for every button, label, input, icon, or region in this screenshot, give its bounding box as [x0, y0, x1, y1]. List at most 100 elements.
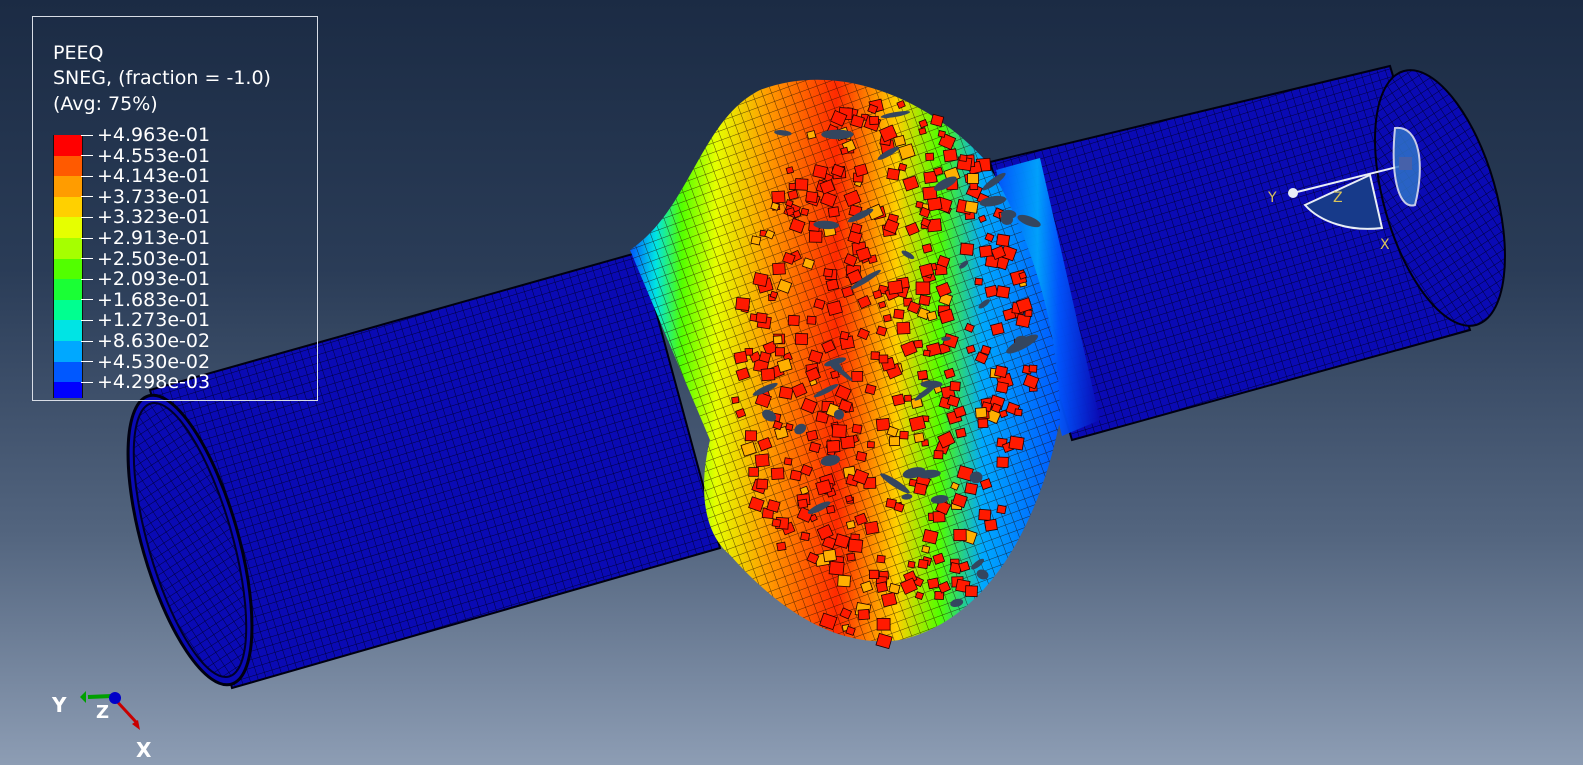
failed-element: [754, 453, 770, 468]
legend-color-band: [53, 135, 83, 156]
failed-element: [937, 130, 946, 138]
legend-tick: +4.530e-02: [81, 352, 210, 372]
failed-element: [887, 279, 904, 295]
contour-legend: PEEQ SNEG, (fraction = -1.0) (Avg: 75%) …: [32, 16, 318, 401]
failed-element: [878, 300, 887, 309]
failed-element: [875, 581, 889, 593]
failed-element: [907, 560, 916, 569]
graphics-viewport[interactable]: Y Z X Y Z X PEEQ SNEG, (fraction = -1.0)…: [0, 0, 1583, 765]
failed-element: [880, 591, 898, 608]
legend-tick: +2.503e-01: [81, 249, 210, 269]
failed-element: [922, 349, 931, 357]
failed-element: [851, 371, 864, 382]
legend-color-band: [53, 279, 83, 300]
failed-element: [921, 545, 931, 554]
failed-element: [917, 369, 929, 381]
failed-element: [995, 233, 1011, 247]
legend-color-band: [53, 258, 83, 280]
failed-element: [1014, 408, 1023, 417]
failed-element: [886, 167, 901, 181]
failed-element: [974, 407, 988, 419]
failed-element: [921, 243, 933, 254]
legend-color-band: [53, 341, 83, 362]
failed-element: [904, 394, 912, 402]
legend-tick-label: +1.273e-01: [97, 309, 211, 332]
legend-tick-mark: [81, 278, 93, 280]
failed-element: [825, 505, 836, 514]
failed-element: [995, 381, 1009, 394]
failed-element: [789, 469, 803, 482]
legend-tick: +1.273e-01: [81, 310, 210, 330]
failed-element: [770, 467, 785, 481]
failed-element: [855, 450, 868, 463]
failed-element: [775, 347, 785, 357]
legend-tick-mark: [81, 175, 93, 177]
failed-element: [794, 332, 809, 346]
failed-element: [845, 494, 854, 503]
failed-element: [984, 518, 998, 532]
failed-element: [794, 178, 809, 191]
glyph-y-label: Y: [1267, 190, 1277, 206]
failed-element: [899, 430, 909, 440]
failed-element: [864, 520, 880, 536]
failed-element: [927, 577, 940, 590]
failed-element: [840, 146, 849, 155]
failed-element: [876, 618, 891, 631]
failed-element: [964, 482, 979, 496]
glyph-x-label: X: [1380, 237, 1390, 253]
failed-element: [755, 312, 768, 324]
legend-color-band: [53, 361, 83, 383]
legend-variable: PEEQ: [53, 42, 104, 64]
failed-element: [893, 134, 907, 147]
legend-tick-label: +8.630e-02: [97, 330, 211, 352]
failed-element: [913, 482, 928, 496]
view-triad: Y Z X: [51, 691, 152, 762]
legend-tick: +8.630e-02: [81, 331, 210, 351]
failed-element: [787, 314, 800, 326]
failed-element: [808, 441, 821, 454]
legend-tick-mark: [81, 381, 93, 383]
legend-tick: +3.733e-01: [81, 187, 210, 207]
failed-element: [995, 285, 1011, 299]
failed-element: [996, 504, 1007, 515]
legend-color-band: [53, 382, 83, 399]
failed-element: [756, 478, 769, 490]
failed-element: [827, 206, 840, 218]
legend-tick: +2.913e-01: [81, 228, 210, 248]
triad-x-label: X: [136, 738, 152, 762]
failed-element: [897, 162, 908, 172]
failed-element: [918, 294, 931, 307]
legend-tick-label: +4.143e-01: [97, 165, 211, 188]
legend-tick-mark: [81, 134, 93, 136]
failed-element: [771, 190, 786, 204]
failed-element: [783, 457, 793, 466]
failed-element: [857, 608, 870, 621]
legend-tick-label: +2.913e-01: [97, 227, 211, 249]
failed-element: [748, 467, 759, 477]
legend-tick-label: +4.298e-03: [97, 371, 211, 394]
legend-tick: +1.683e-01: [81, 290, 210, 310]
legend-tick-label: +4.530e-02: [97, 350, 211, 373]
failed-element: [826, 439, 841, 453]
failed-element: [978, 244, 993, 258]
failed-element: [875, 417, 891, 432]
failed-element: [752, 272, 769, 288]
legend-tick-label: +4.963e-01: [97, 124, 211, 146]
legend-tick-mark: [81, 299, 93, 301]
triad-z-label: Z: [96, 702, 109, 723]
failed-element: [837, 574, 851, 588]
failed-element: [977, 418, 989, 429]
failed-element: [949, 380, 961, 392]
element-gap: [821, 129, 854, 140]
failed-element: [785, 166, 795, 175]
legend-tick-label: +4.553e-01: [97, 144, 211, 167]
failed-element: [967, 173, 979, 184]
legend-tick: +4.143e-01: [81, 166, 210, 186]
failed-element: [974, 277, 983, 286]
failed-element: [823, 268, 834, 278]
legend-color-band: [53, 299, 83, 321]
legend-color-band: [53, 176, 83, 197]
failed-element: [845, 520, 856, 530]
failed-element: [776, 541, 787, 552]
legend-color-band: [53, 238, 83, 259]
